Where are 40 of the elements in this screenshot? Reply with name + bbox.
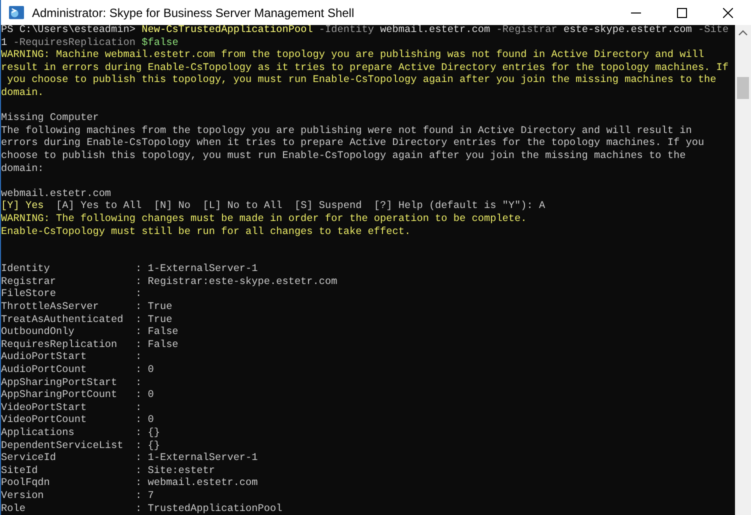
- output-line: FileStore :: [1, 289, 142, 300]
- output-line: AudioPortStart :: [1, 352, 142, 364]
- console-line: 1 -RequiresReplication $false: [1, 38, 178, 49]
- scrollbar[interactable]: [735, 25, 751, 515]
- output-line: DependentServiceList : {}: [1, 440, 160, 452]
- shell-icon: [9, 5, 24, 20]
- warning-line: you choose to publish this topology, you must run Enable-CsTopology again after you join the missing machines to the: [6, 75, 716, 86]
- output-line: SiteId : Site:estetr: [1, 466, 215, 477]
- warning-line: domain.: [1, 88, 44, 99]
- output-line: OutboundOnly : False: [1, 327, 178, 338]
- output-line: PoolFqdn : webmail.estetr.com: [1, 478, 258, 490]
- output-line: AudioPortCount : 0: [1, 365, 154, 376]
- output-line: AppSharingPortStart :: [1, 378, 142, 389]
- output-line: ThrottleAsServer : True: [1, 302, 172, 314]
- output-line: AppSharingPortCount : 0: [1, 390, 154, 402]
- maximize-icon: [677, 8, 687, 18]
- output-line: VideoPortStart :: [1, 402, 142, 414]
- warning-line: Enable-CsTopology must still be run for all changes to take effect.: [1, 226, 411, 238]
- scroll-thumb[interactable]: [737, 77, 749, 99]
- output-line: choose to publish this topology, you must run Enable-CsTopology again after you join the missing machines to the: [1, 150, 686, 162]
- output-line: Missing Computer: [1, 113, 99, 124]
- output-line: errors during Enable-CsTopology when it tries to prepare Active Directory entries for the topology machines. If you: [1, 138, 704, 150]
- warning-line: WARNING: Machine webmail.estetr.com from the topology you are publishing was not found in Active Directory and will: [1, 50, 704, 62]
- output-line: TreatAsAuthenticated : True: [1, 314, 172, 326]
- warning-line: WARNING: The following changes must be made in order for the operation to be complete.: [1, 214, 527, 225]
- output-line: RequiresReplication : False: [1, 340, 178, 351]
- output-line: Applications : {}: [1, 428, 160, 439]
- output-line: Registrar : Registrar:este-skype.estetr.com: [1, 276, 338, 288]
- output-line: webmail.estetr.com: [1, 188, 112, 200]
- warning-line: result in errors during Enable-CsTopology as it tries to prepare Active Directory entries for the topology machines. If: [1, 62, 729, 74]
- output-line: domain:: [1, 164, 44, 175]
- output-line: Role : TrustedApplicationPool: [1, 504, 282, 515]
- output-line: ServiceId : 1-ExternalServer-1: [1, 453, 258, 464]
- close-icon: [723, 8, 733, 18]
- window-title: Administrator: Skype for Business Server Management Shell: [32, 4, 354, 22]
- output-line: VideoPortCount : 0: [1, 415, 154, 426]
- output-line: Identity : 1-ExternalServer-1: [1, 264, 258, 276]
- console-line: [Y] Yes [A] Yes to All [N] No [L] No to All [S] Suspend [?] Help (default is "Y"): A: [1, 201, 546, 212]
- output-line: The following machines from the topology you are publishing were not found in Active Directory and will result in: [1, 126, 692, 137]
- output-line: Version : 7: [1, 490, 154, 502]
